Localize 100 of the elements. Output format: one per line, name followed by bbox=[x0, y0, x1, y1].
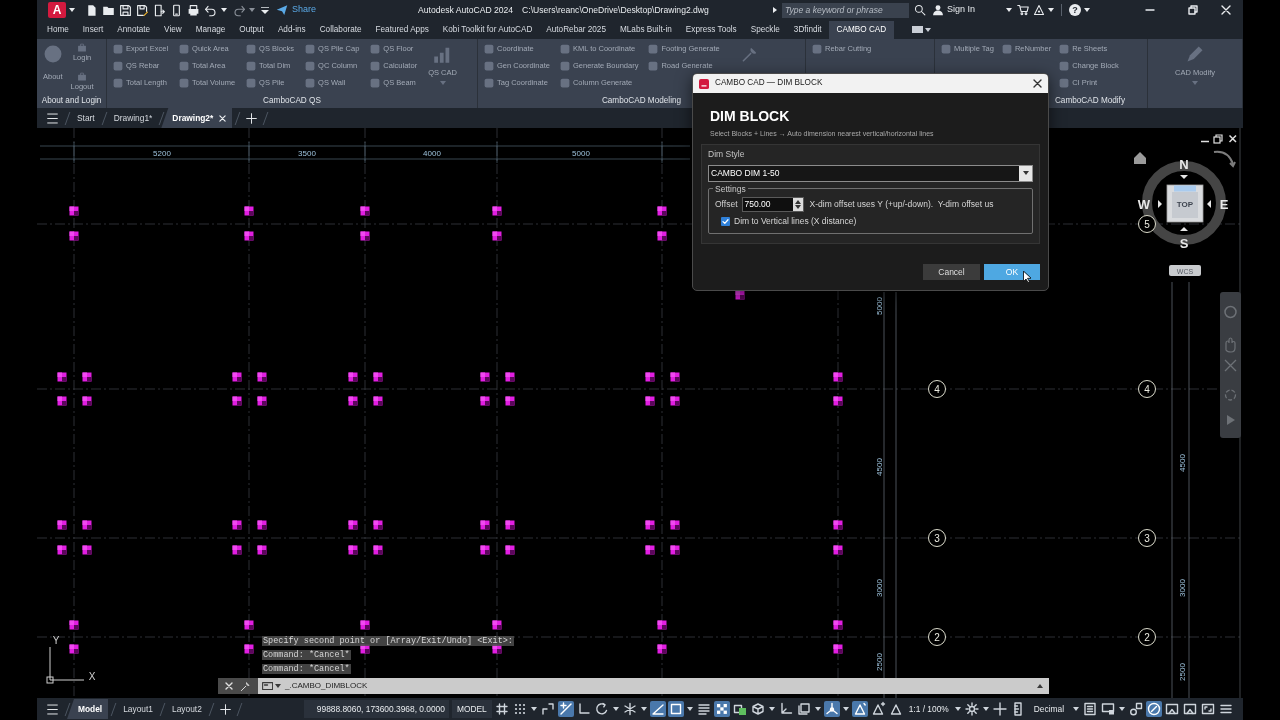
user-icon[interactable] bbox=[931, 4, 944, 16]
command-line-field[interactable]: _.CAMBO_DIMBLOCK bbox=[258, 678, 1049, 694]
caret-icon[interactable] bbox=[1073, 707, 1079, 711]
cube-icon[interactable] bbox=[749, 701, 766, 717]
document-tab[interactable]: Start bbox=[73, 108, 99, 128]
layout-tab[interactable]: Layout2 bbox=[168, 699, 206, 719]
document-arrow-icon[interactable] bbox=[153, 3, 166, 17]
caret-icon[interactable] bbox=[814, 707, 821, 711]
cart-icon[interactable] bbox=[1017, 4, 1029, 16]
snap-square-icon[interactable] bbox=[667, 701, 684, 717]
caret-icon[interactable] bbox=[1119, 707, 1125, 711]
dimension-text: 5000 bbox=[572, 149, 590, 158]
caret-icon[interactable] bbox=[69, 8, 75, 12]
lines-icon[interactable] bbox=[695, 701, 712, 717]
caret-icon[interactable] bbox=[612, 707, 619, 711]
frame-icon[interactable] bbox=[795, 701, 812, 717]
dim-style-dropdown[interactable]: CAMBO DIM 1-50 bbox=[708, 164, 1033, 182]
offset-spinbox[interactable]: 750.00 bbox=[741, 197, 804, 212]
cancel-button[interactable]: Cancel bbox=[923, 264, 980, 280]
angle-icon[interactable] bbox=[649, 701, 666, 717]
list-icon[interactable] bbox=[1082, 701, 1098, 717]
checkbox[interactable] bbox=[721, 216, 730, 226]
caret-icon[interactable] bbox=[954, 707, 961, 711]
corner-icon[interactable] bbox=[539, 701, 556, 717]
caret-icon[interactable] bbox=[842, 707, 849, 711]
caret-up-icon[interactable] bbox=[1037, 684, 1043, 688]
save-icon[interactable] bbox=[119, 3, 132, 17]
gear-icon[interactable] bbox=[963, 701, 980, 717]
block-marker bbox=[833, 620, 843, 630]
arrow-icon[interactable] bbox=[1180, 175, 1188, 179]
caret-icon[interactable] bbox=[982, 707, 989, 711]
caret-icon[interactable] bbox=[686, 707, 693, 711]
restore-icon[interactable] bbox=[1213, 134, 1223, 144]
monitor-icon[interactable] bbox=[1100, 701, 1116, 717]
document-tab[interactable]: Drawing1* bbox=[109, 108, 157, 128]
rotate-arrow-icon[interactable] bbox=[1213, 150, 1236, 168]
annotation-scale-button[interactable]: 1:1 / 100% bbox=[905, 700, 952, 718]
model-space-button[interactable]: MODEL bbox=[451, 700, 492, 718]
menu-icon[interactable] bbox=[46, 703, 59, 715]
plus-icon[interactable] bbox=[991, 701, 1008, 717]
caret-icon[interactable] bbox=[275, 684, 281, 688]
layout-tab[interactable]: Model bbox=[67, 699, 109, 719]
block-marker bbox=[480, 372, 490, 382]
fullscreen-icon[interactable] bbox=[1200, 701, 1216, 717]
undo-icon[interactable] bbox=[204, 3, 217, 17]
wrench-icon[interactable] bbox=[240, 680, 251, 692]
minimize-icon[interactable] bbox=[1200, 140, 1210, 143]
shapes-icon[interactable] bbox=[1128, 701, 1144, 717]
save-as-icon[interactable] bbox=[136, 3, 149, 17]
asterisk-icon[interactable] bbox=[621, 701, 638, 717]
caret-icon[interactable] bbox=[925, 28, 932, 32]
layout-tab[interactable]: Layout1 bbox=[119, 699, 157, 719]
new-tab-icon[interactable] bbox=[246, 112, 258, 124]
viewcube-face[interactable]: TOP bbox=[1166, 184, 1204, 223]
screen-icon[interactable] bbox=[1182, 701, 1198, 717]
caret-icon[interactable] bbox=[640, 707, 647, 711]
dropdown-icon[interactable] bbox=[261, 6, 269, 14]
app-icon bbox=[699, 78, 709, 89]
caret-icon[interactable] bbox=[530, 707, 537, 711]
triangle-icon[interactable] bbox=[1033, 4, 1045, 16]
app-logo[interactable]: A bbox=[48, 2, 66, 18]
menu-icon[interactable] bbox=[46, 112, 59, 124]
redo-icon[interactable] bbox=[233, 3, 246, 17]
caret-icon[interactable] bbox=[1022, 171, 1029, 175]
new-file-icon[interactable] bbox=[85, 3, 98, 17]
caret-icon[interactable] bbox=[1084, 8, 1090, 12]
units-button[interactable]: Decimal bbox=[1027, 700, 1070, 718]
phone-icon[interactable] bbox=[170, 3, 183, 17]
compass-label[interactable]: E bbox=[1219, 196, 1229, 212]
home-icon[interactable] bbox=[1134, 152, 1146, 164]
caret-icon[interactable] bbox=[221, 8, 227, 12]
help-button[interactable]: ? bbox=[1069, 4, 1081, 16]
screen-icon[interactable] bbox=[1164, 701, 1180, 717]
checker-icon[interactable] bbox=[713, 701, 730, 717]
search-icon[interactable] bbox=[913, 4, 926, 16]
caret-icon[interactable] bbox=[1006, 8, 1012, 12]
search-field[interactable]: Type a keyword or phrase bbox=[781, 2, 909, 18]
arrow-icon[interactable] bbox=[1207, 200, 1211, 208]
compass-label[interactable]: S bbox=[1179, 236, 1189, 251]
circular-arrow-icon[interactable] bbox=[593, 701, 610, 717]
grid-icon[interactable] bbox=[493, 701, 510, 717]
sign-in-button[interactable]: Sign In bbox=[946, 3, 975, 17]
compass-label[interactable]: N bbox=[1179, 157, 1189, 172]
document-tab[interactable]: Drawing2* bbox=[161, 108, 233, 128]
gizmo-icon[interactable] bbox=[823, 701, 840, 717]
share-button[interactable]: Share bbox=[276, 3, 317, 17]
snap-icon[interactable] bbox=[557, 701, 574, 717]
new-layout-icon[interactable] bbox=[219, 703, 231, 715]
close-icon[interactable] bbox=[1033, 79, 1042, 88]
arrow-icon[interactable] bbox=[1180, 227, 1188, 231]
restore-icon[interactable] bbox=[1188, 5, 1198, 15]
spin-arrows-icon[interactable] bbox=[794, 200, 801, 209]
printer-icon[interactable] bbox=[187, 3, 200, 17]
caret-right-icon[interactable] bbox=[772, 7, 777, 13]
circle-slash-icon[interactable] bbox=[1146, 701, 1162, 717]
triangle-icon[interactable] bbox=[851, 701, 868, 717]
caret-icon[interactable] bbox=[1048, 8, 1054, 12]
arrow-icon[interactable] bbox=[1158, 200, 1162, 208]
compass-label[interactable]: W bbox=[1137, 196, 1151, 212]
caret-icon[interactable] bbox=[768, 707, 775, 711]
